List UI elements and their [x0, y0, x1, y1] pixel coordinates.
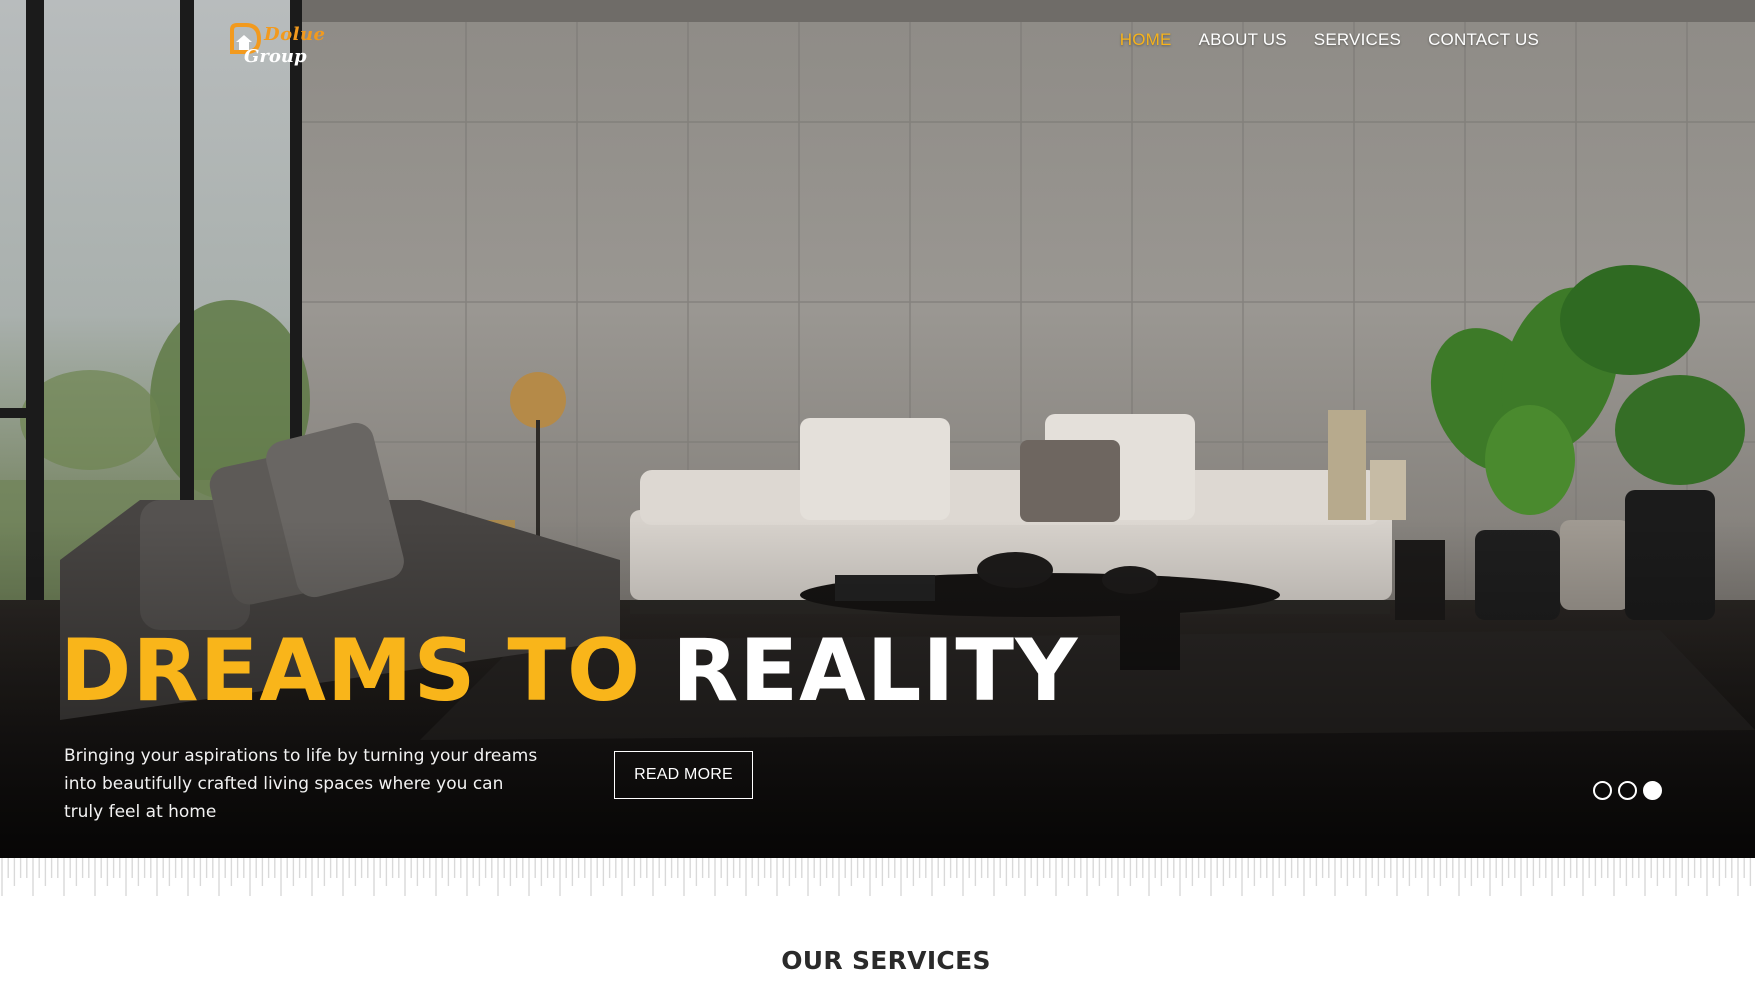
- hero-background-image: [0, 0, 1755, 858]
- hero-headline-accent: DREAMS TO: [60, 621, 642, 721]
- nav-link-contact-us[interactable]: CONTACT US: [1428, 30, 1539, 50]
- hero-slider: Dolue Group HOME ABOUT US SERVICES CONTA…: [0, 0, 1755, 858]
- site-logo[interactable]: Dolue Group: [228, 20, 326, 72]
- read-more-button[interactable]: READ MORE: [614, 751, 753, 799]
- logo-text-secondary: Group: [244, 46, 307, 67]
- decorative-ruler-divider: [0, 858, 1755, 900]
- slider-dot-1[interactable]: [1593, 781, 1612, 800]
- slider-dot-3[interactable]: [1643, 781, 1662, 800]
- hero-headline: DREAMS TO REALITY: [60, 624, 1078, 718]
- nav-link-about-us[interactable]: ABOUT US: [1199, 30, 1287, 50]
- nav-link-services[interactable]: SERVICES: [1314, 30, 1401, 50]
- hero-description: Bringing your aspirations to life by tur…: [64, 746, 538, 822]
- slider-pagination: [1593, 781, 1662, 800]
- nav-link-home[interactable]: HOME: [1120, 30, 1172, 50]
- services-section-title: OUR SERVICES: [781, 946, 991, 975]
- slider-dot-2[interactable]: [1618, 781, 1637, 800]
- logo-text-primary: Dolue: [264, 24, 326, 45]
- main-navigation: HOME ABOUT US SERVICES CONTACT US: [1120, 30, 1539, 50]
- hero-headline-main: REALITY: [672, 621, 1079, 721]
